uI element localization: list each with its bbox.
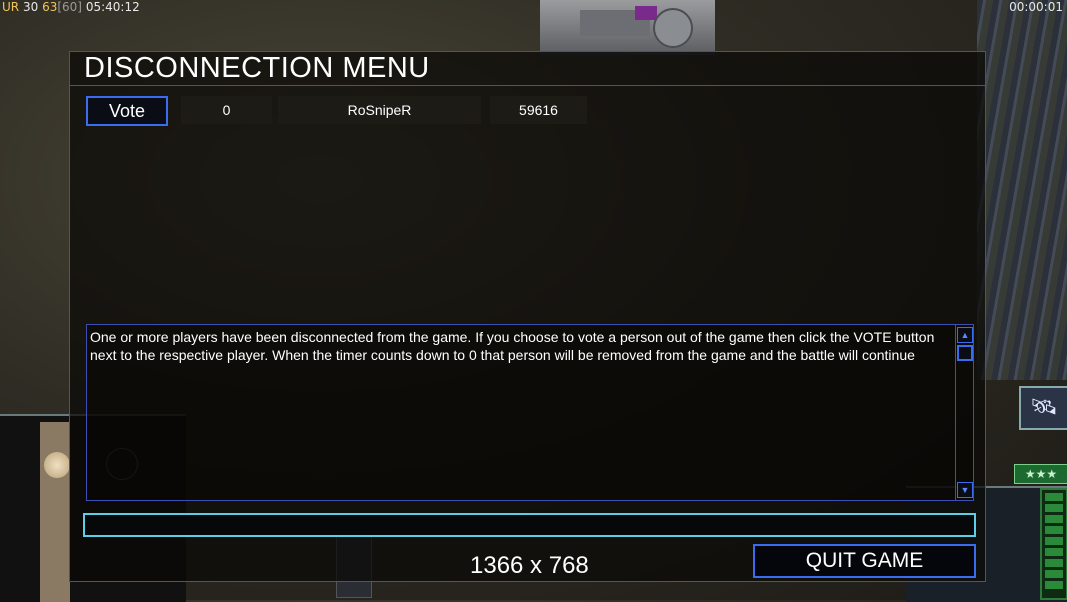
building-light [635, 6, 657, 20]
power-segment [1045, 504, 1063, 512]
player-name: RoSnipeR [278, 96, 481, 124]
quit-game-button[interactable]: QUIT GAME [753, 544, 976, 578]
minimap-marker [44, 452, 70, 478]
power-segment [1045, 537, 1063, 545]
vote-button[interactable]: Vote [86, 96, 168, 126]
power-segment [1045, 581, 1063, 589]
resolution-label: 1366 x 768 [470, 552, 589, 579]
top-left-stats: UR 30 63[60] 05:40:12 [2, 0, 140, 14]
stat-b: 63 [42, 0, 58, 14]
power-segment [1045, 570, 1063, 578]
satellite-power-button[interactable]: 🛰 [1019, 386, 1067, 430]
disconnect-timer: 59616 [490, 96, 587, 124]
dialog-title: DISCONNECTION MENU [84, 52, 430, 84]
scroll-thumb[interactable] [957, 345, 973, 361]
power-segment [1045, 559, 1063, 567]
timer-top-right: 00:00:01 [1009, 0, 1063, 14]
power-segment [1045, 493, 1063, 501]
disconnect-message: One or more players have been disconnect… [90, 329, 935, 363]
terrain-backdrop [977, 0, 1067, 380]
rank-stars: ★★★ [1014, 464, 1067, 484]
chat-input[interactable] [83, 513, 976, 537]
title-divider [70, 85, 985, 86]
stat-a: 30 [22, 0, 39, 14]
stat-c: [60] [57, 0, 82, 14]
base-building [540, 0, 715, 55]
power-meter [1040, 488, 1067, 600]
power-segment [1045, 526, 1063, 534]
message-box: One or more players have been disconnect… [86, 324, 974, 501]
stat-tag: UR [2, 0, 20, 14]
satellite-icon: 🛰 [1030, 394, 1058, 419]
vote-count: 0 [181, 96, 272, 124]
building-dome [653, 8, 693, 48]
scrollbar[interactable]: ▲ ▼ [955, 325, 973, 500]
power-segment [1045, 515, 1063, 523]
power-segment [1045, 548, 1063, 556]
scroll-up-arrow-icon[interactable]: ▲ [957, 327, 973, 343]
minimap-terrain [40, 422, 70, 602]
scroll-down-arrow-icon[interactable]: ▼ [957, 482, 973, 498]
game-clock: 05:40:12 [85, 0, 140, 14]
disconnection-dialog: DISCONNECTION MENU Vote 0 RoSnipeR 59616… [69, 51, 986, 582]
